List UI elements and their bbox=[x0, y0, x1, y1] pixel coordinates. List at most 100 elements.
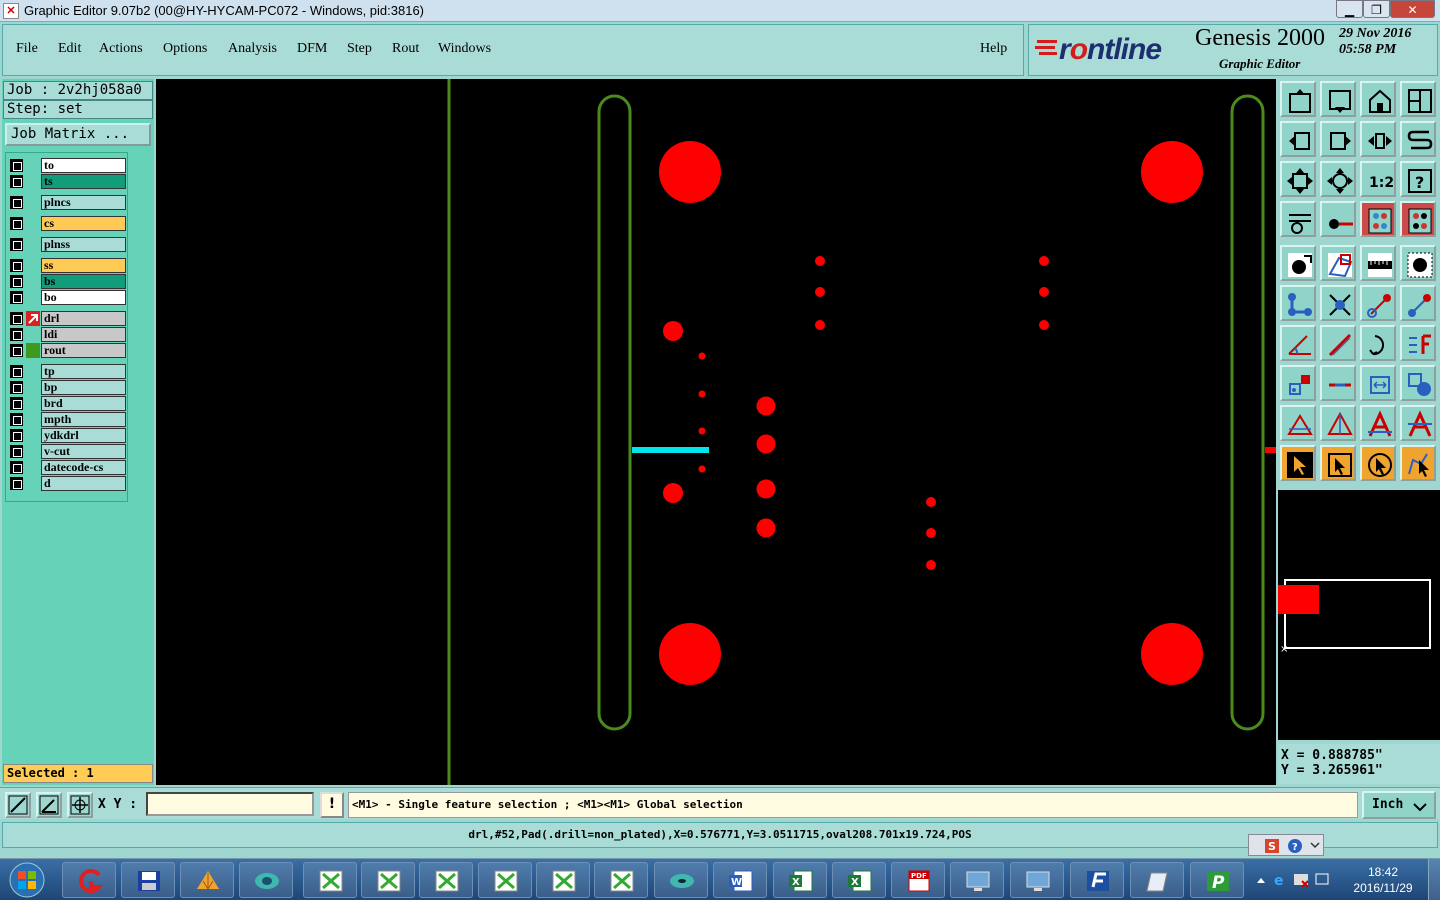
job-matrix-button[interactable]: Job Matrix ... bbox=[5, 123, 151, 146]
layer-checkbox[interactable] bbox=[10, 291, 23, 304]
layer-row-brd[interactable]: brd bbox=[9, 396, 126, 411]
taskbar-editor-3[interactable] bbox=[419, 862, 473, 898]
layer-checkbox[interactable] bbox=[10, 175, 23, 188]
layer-checkbox[interactable] bbox=[10, 217, 23, 230]
taskbar-pdf[interactable]: PDF bbox=[891, 862, 945, 898]
menu-edit[interactable]: Edit bbox=[58, 41, 81, 57]
layer-diff-button[interactable] bbox=[1400, 201, 1436, 237]
layer-checkbox[interactable] bbox=[10, 259, 23, 272]
start-button[interactable] bbox=[2, 859, 52, 900]
layer-name[interactable]: rout bbox=[41, 343, 126, 358]
select-box-button[interactable] bbox=[1320, 445, 1356, 481]
layer-row-bs[interactable]: bs bbox=[9, 274, 126, 289]
layer-name[interactable]: bo bbox=[41, 290, 126, 305]
layer-name[interactable]: ss bbox=[41, 258, 126, 273]
layer-checkbox[interactable] bbox=[10, 381, 23, 394]
line-to-pad-button[interactable] bbox=[1360, 285, 1396, 321]
layer-checkbox[interactable] bbox=[10, 344, 23, 357]
layer-checkbox[interactable] bbox=[10, 328, 23, 341]
taskbar-editor-5[interactable] bbox=[536, 862, 590, 898]
text-baseline-button[interactable] bbox=[1400, 405, 1436, 441]
taskbar-word[interactable]: W bbox=[713, 862, 767, 898]
layer-row-to[interactable]: to bbox=[9, 158, 126, 173]
zoom-box-button[interactable] bbox=[5, 792, 31, 818]
layer-name[interactable]: d bbox=[41, 476, 126, 491]
maximize-button[interactable]: ❐ bbox=[1363, 0, 1390, 18]
taskbar-clock[interactable]: 18:42 2016/11/29 bbox=[1348, 864, 1418, 896]
snake-route-button[interactable] bbox=[1400, 121, 1436, 157]
taskbar-excel-1[interactable]: X bbox=[773, 862, 827, 898]
layer-checkbox[interactable] bbox=[10, 365, 23, 378]
layer-row-bp[interactable]: bp bbox=[9, 380, 126, 395]
shapes-button[interactable] bbox=[1400, 365, 1436, 401]
layer-row-cs[interactable]: cs bbox=[9, 216, 126, 231]
layer-name[interactable]: drl bbox=[41, 311, 126, 326]
layer-row-plnss[interactable]: plnss bbox=[9, 237, 126, 252]
connect-nodes-button[interactable] bbox=[1280, 285, 1316, 321]
taskbar-viewer[interactable] bbox=[239, 862, 293, 898]
help-query-button[interactable]: ? bbox=[1400, 161, 1436, 197]
close-button[interactable]: ✕ bbox=[1390, 0, 1435, 18]
mirror-button[interactable] bbox=[1360, 121, 1396, 157]
menu-help[interactable]: Help bbox=[980, 41, 1007, 57]
xy-input[interactable] bbox=[146, 792, 314, 816]
taskbar-p-app[interactable]: P bbox=[1190, 862, 1244, 898]
layer-checkbox[interactable] bbox=[10, 196, 23, 209]
zoom-home-button[interactable] bbox=[1320, 161, 1356, 197]
layer-checkbox[interactable] bbox=[10, 429, 23, 442]
layer-row-bo[interactable]: bo bbox=[9, 290, 126, 305]
layer-checkbox[interactable] bbox=[10, 238, 23, 251]
measure-tool-button[interactable] bbox=[1280, 201, 1316, 237]
ruler-button[interactable] bbox=[1360, 245, 1396, 281]
pan-right-button[interactable] bbox=[1320, 121, 1356, 157]
home-button[interactable] bbox=[1360, 81, 1396, 117]
line-segment-button[interactable] bbox=[1320, 365, 1356, 401]
taskbar-notes[interactable] bbox=[1130, 862, 1184, 898]
triangle-tool-button[interactable] bbox=[1280, 405, 1316, 441]
menu-file[interactable]: File bbox=[16, 41, 38, 57]
select-circle-button[interactable] bbox=[1360, 445, 1396, 481]
triangle-split-button[interactable] bbox=[1320, 405, 1356, 441]
layer-checkbox[interactable] bbox=[10, 397, 23, 410]
pan-left-button[interactable] bbox=[1280, 121, 1316, 157]
layer-row-drl[interactable]: drl bbox=[9, 311, 126, 326]
taskbar-editor-6[interactable] bbox=[594, 862, 648, 898]
taskbar-editor-4[interactable] bbox=[478, 862, 532, 898]
layer-row-ydkdrl[interactable]: ydkdrl bbox=[9, 428, 126, 443]
select-pointer-button[interactable] bbox=[1280, 445, 1316, 481]
layer-row-d[interactable]: d bbox=[9, 476, 126, 491]
layer-checkbox[interactable] bbox=[10, 312, 23, 325]
layer-name[interactable]: bp bbox=[41, 380, 126, 395]
taskbar-excel-2[interactable]: X bbox=[832, 862, 886, 898]
split-text-button[interactable] bbox=[1400, 325, 1436, 361]
open-layer-button[interactable] bbox=[1280, 81, 1316, 117]
taskbar-save[interactable] bbox=[121, 862, 175, 898]
layer-name[interactable]: plnss bbox=[41, 237, 126, 252]
add-pad-button[interactable] bbox=[1280, 245, 1316, 281]
layer-row-ss[interactable]: ss bbox=[9, 258, 126, 273]
move-pad-button[interactable] bbox=[1280, 365, 1316, 401]
add-round-pad-button[interactable] bbox=[1400, 245, 1436, 281]
overview-map[interactable]: × bbox=[1278, 490, 1440, 740]
layer-row-ts[interactable]: ts bbox=[9, 174, 126, 189]
units-button[interactable]: Inch bbox=[1362, 791, 1436, 819]
scale-button[interactable]: 1:2 bbox=[1360, 161, 1396, 197]
resize-feature-button[interactable] bbox=[1360, 365, 1396, 401]
graphic-canvas[interactable] bbox=[156, 79, 1276, 785]
menu-step[interactable]: Step bbox=[347, 41, 372, 57]
taskbar-editor-1[interactable] bbox=[303, 862, 357, 898]
layer-row-tp[interactable]: tp bbox=[9, 364, 126, 379]
taskbar-monitor-2[interactable] bbox=[1010, 862, 1064, 898]
add-polygon-button[interactable] bbox=[1320, 245, 1356, 281]
show-desktop-button[interactable] bbox=[1428, 859, 1440, 900]
layer-name[interactable]: to bbox=[41, 158, 126, 173]
menu-rout[interactable]: Rout bbox=[392, 41, 419, 57]
layer-name[interactable]: mpth bbox=[41, 412, 126, 427]
layer-row-ldi[interactable]: ldi bbox=[9, 327, 126, 342]
layer-checkbox[interactable] bbox=[10, 159, 23, 172]
angle-tool-button[interactable] bbox=[1280, 325, 1316, 361]
pad-to-line-button[interactable] bbox=[1400, 285, 1436, 321]
layer-checkbox[interactable] bbox=[10, 445, 23, 458]
layer-row-datecode-cs[interactable]: datecode-cs bbox=[9, 460, 126, 475]
select-path-button[interactable] bbox=[1400, 445, 1436, 481]
